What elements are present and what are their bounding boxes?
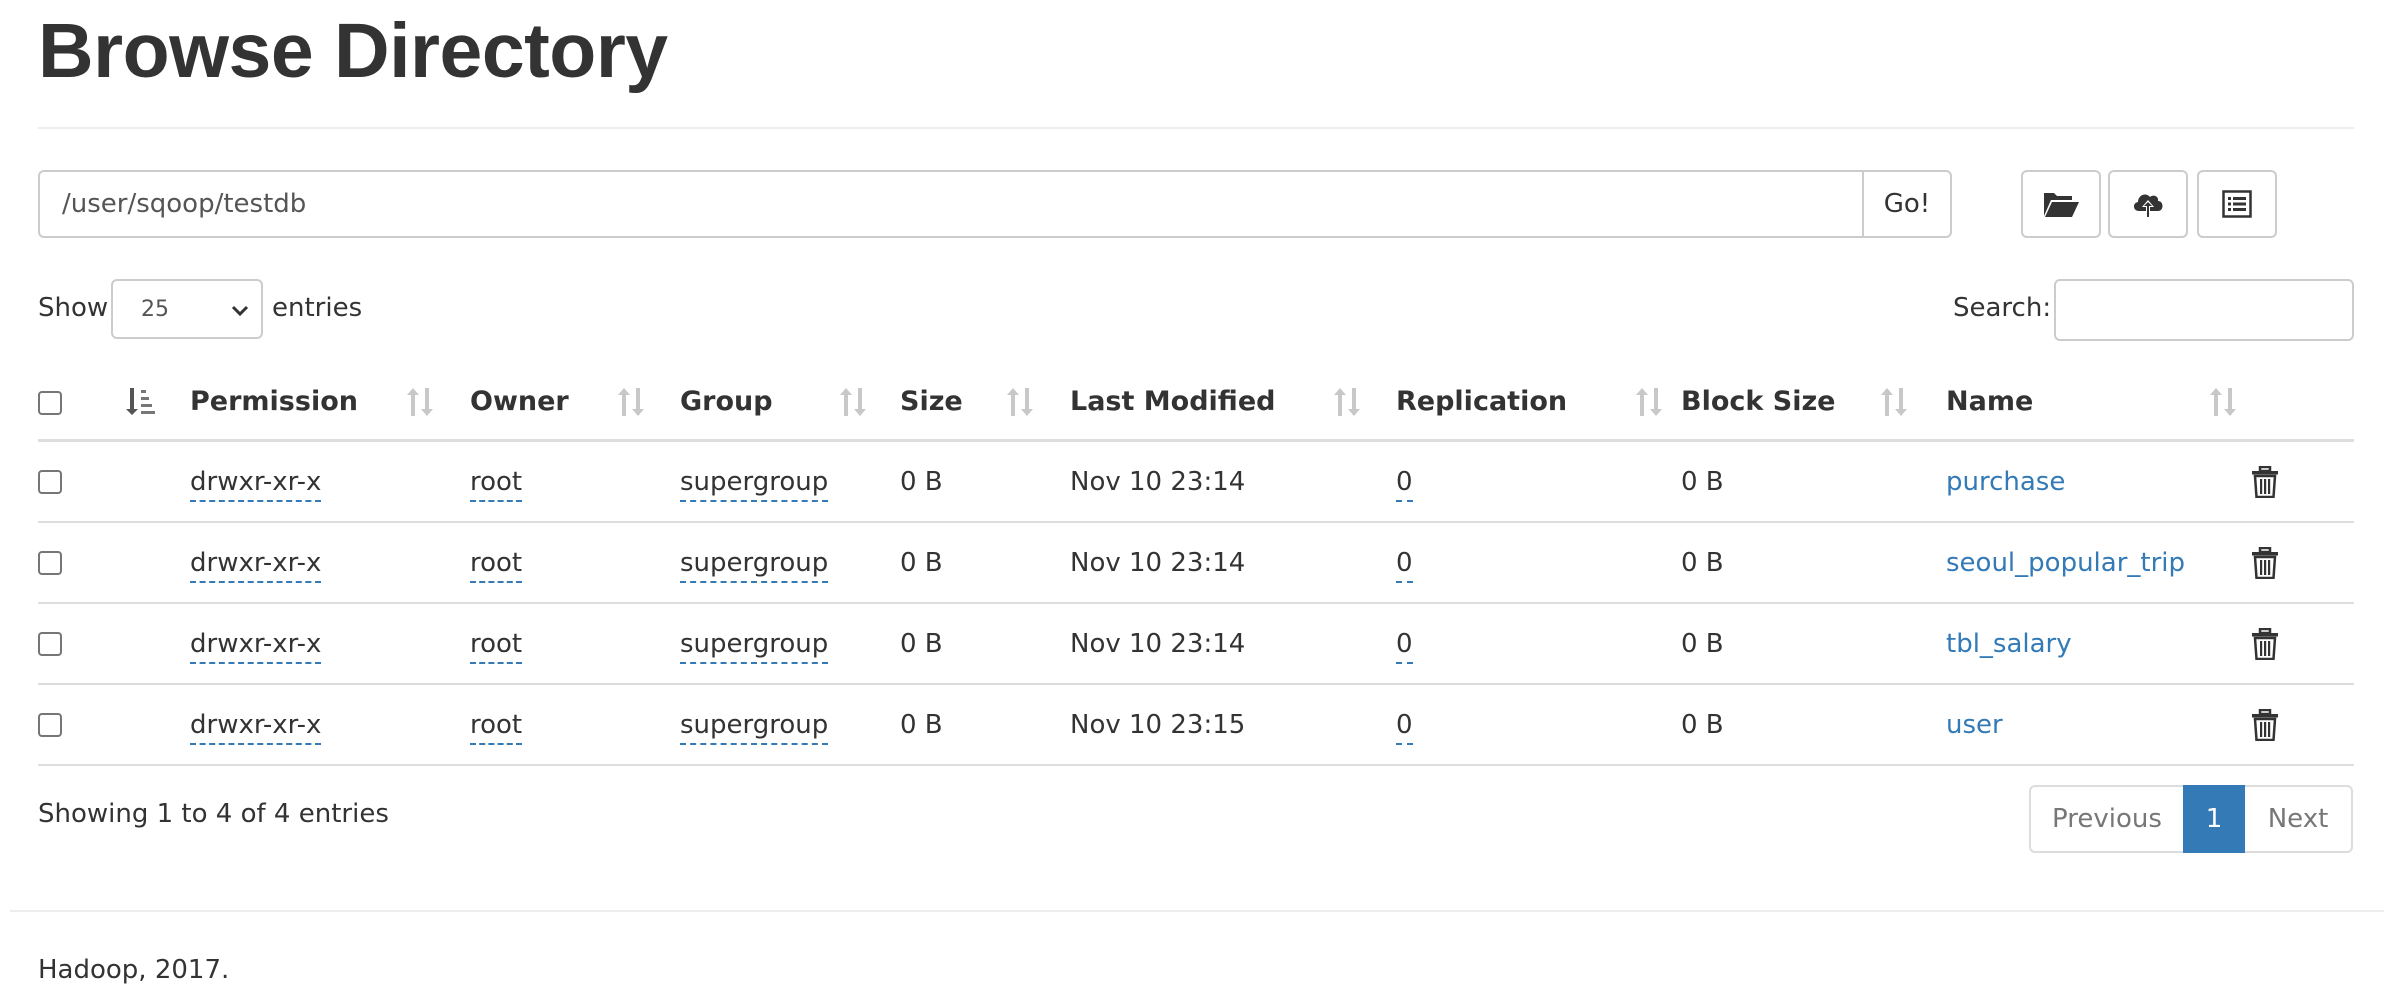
folder-open-icon	[2044, 193, 2079, 217]
chevron-down-icon	[231, 305, 249, 317]
row-checkbox[interactable]	[38, 713, 62, 737]
title-divider	[38, 127, 2354, 129]
select-all-checkbox[interactable]	[38, 390, 62, 415]
entries-per-page-value: 25	[141, 296, 169, 322]
path-bar: Go!	[38, 170, 1952, 238]
column-header-block-size[interactable]: Block Size	[1681, 364, 1946, 442]
column-header-owner[interactable]: Owner	[470, 364, 680, 442]
replication-cell: 0	[1396, 466, 1413, 502]
trash-icon[interactable]	[2251, 627, 2279, 660]
owner-cell: root	[470, 628, 523, 664]
table-row: drwxr-xr-x root supergroup 0 B Nov 10 23…	[38, 440, 2354, 523]
replication-cell: 0	[1396, 628, 1413, 664]
group-cell: supergroup	[680, 547, 829, 583]
file-name-link[interactable]: purchase	[1946, 467, 2065, 497]
last-modified-cell: Nov 10 23:14	[1070, 628, 1246, 659]
sort-both-icon	[618, 388, 644, 416]
directory-path-input[interactable]	[38, 170, 1862, 238]
owner-cell: root	[470, 547, 523, 583]
sort-both-icon	[407, 388, 433, 416]
sort-both-icon	[1881, 388, 1907, 416]
delete-column-header	[2251, 364, 2354, 442]
sort-both-icon	[1007, 388, 1033, 416]
table-row: drwxr-xr-x root supergroup 0 B Nov 10 23…	[38, 522, 2354, 604]
table-row: drwxr-xr-x root supergroup 0 B Nov 10 23…	[38, 603, 2354, 685]
entries-per-page-select[interactable]: 25	[111, 279, 263, 339]
owner-cell: root	[470, 466, 523, 502]
permission-cell: drwxr-xr-x	[190, 628, 322, 664]
group-cell: supergroup	[680, 628, 829, 664]
entries-label: entries	[272, 293, 363, 323]
type-column-header[interactable]	[98, 364, 190, 442]
cloud-upload-icon	[2133, 194, 2163, 217]
permission-cell: drwxr-xr-x	[190, 547, 322, 583]
permission-cell: drwxr-xr-x	[190, 466, 322, 502]
table-header-row: Permission Owner Group Size Last Modifie…	[38, 364, 2354, 442]
trash-icon[interactable]	[2251, 708, 2279, 741]
last-modified-cell: Nov 10 23:15	[1070, 709, 1246, 740]
column-header-replication[interactable]: Replication	[1396, 364, 1681, 442]
table-row: drwxr-xr-x root supergroup 0 B Nov 10 23…	[38, 684, 2354, 766]
pagination: Previous 1 Next	[2029, 785, 2353, 853]
last-modified-cell: Nov 10 23:14	[1070, 547, 1246, 578]
sort-both-icon	[1636, 388, 1662, 416]
owner-cell: root	[470, 709, 523, 745]
block-size-cell: 0 B	[1681, 709, 1724, 740]
create-directory-button[interactable]	[2021, 170, 2101, 238]
cut-paste-button[interactable]	[2197, 170, 2277, 238]
go-button[interactable]: Go!	[1862, 170, 1952, 238]
replication-cell: 0	[1396, 547, 1413, 583]
sort-ascending-icon	[126, 388, 155, 415]
footer-text: Hadoop, 2017.	[38, 955, 230, 985]
list-alt-icon	[2222, 190, 2252, 218]
page-title: Browse Directory	[38, 8, 668, 94]
row-checkbox[interactable]	[38, 551, 62, 575]
last-modified-cell: Nov 10 23:14	[1070, 466, 1246, 497]
group-cell: supergroup	[680, 709, 829, 745]
file-name-link[interactable]: tbl_salary	[1946, 629, 2072, 659]
column-header-size[interactable]: Size	[900, 364, 1070, 442]
row-checkbox[interactable]	[38, 470, 62, 494]
group-cell: supergroup	[680, 466, 829, 502]
replication-cell: 0	[1396, 709, 1413, 745]
size-cell: 0 B	[900, 466, 943, 497]
sort-both-icon	[1334, 388, 1360, 416]
block-size-cell: 0 B	[1681, 628, 1724, 659]
sort-both-icon	[2210, 388, 2236, 416]
table-info: Showing 1 to 4 of 4 entries	[38, 799, 389, 829]
column-header-last-modified[interactable]: Last Modified	[1070, 364, 1396, 442]
show-label: Show	[38, 293, 109, 323]
size-cell: 0 B	[900, 547, 943, 578]
size-cell: 0 B	[900, 709, 943, 740]
permission-cell: drwxr-xr-x	[190, 709, 322, 745]
size-cell: 0 B	[900, 628, 943, 659]
next-page-button[interactable]: Next	[2245, 785, 2353, 853]
footer-divider	[10, 910, 2384, 912]
file-listing-table: Permission Owner Group Size Last Modifie…	[38, 364, 2354, 766]
block-size-cell: 0 B	[1681, 547, 1724, 578]
trash-icon[interactable]	[2251, 465, 2279, 498]
search-input[interactable]	[2054, 279, 2354, 341]
sort-both-icon	[840, 388, 866, 416]
previous-page-button[interactable]: Previous	[2029, 785, 2183, 853]
file-name-link[interactable]: user	[1946, 710, 2003, 740]
row-checkbox[interactable]	[38, 632, 62, 656]
page-1-button[interactable]: 1	[2183, 785, 2245, 853]
column-header-group[interactable]: Group	[680, 364, 900, 442]
select-all-cell	[38, 364, 98, 442]
search-label: Search:	[1953, 293, 2052, 323]
column-header-permission[interactable]: Permission	[190, 364, 470, 442]
block-size-cell: 0 B	[1681, 466, 1724, 497]
file-name-link[interactable]: seoul_popular_trip	[1946, 548, 2185, 578]
upload-files-button[interactable]	[2108, 170, 2188, 238]
column-header-name[interactable]: Name	[1946, 364, 2251, 442]
trash-icon[interactable]	[2251, 546, 2279, 579]
